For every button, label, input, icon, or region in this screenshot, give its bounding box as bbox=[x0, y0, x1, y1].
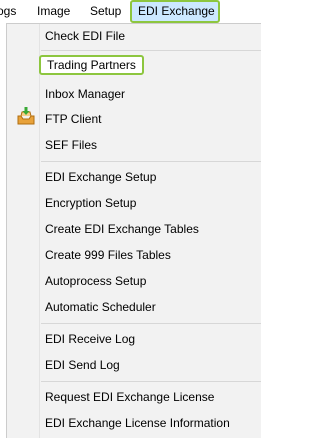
menu-item-edi-receive-log[interactable]: EDI Receive Log bbox=[7, 327, 260, 351]
menu-item-label: EDI Exchange Setup bbox=[45, 170, 157, 184]
menu-item-label: EDI Exchange License Information bbox=[45, 416, 230, 430]
menu-separator bbox=[41, 323, 261, 324]
menu-item-request-license[interactable]: Request EDI Exchange License bbox=[7, 385, 260, 409]
menu-item-label: Automatic Scheduler bbox=[45, 300, 156, 314]
menu-item-check-edi-file[interactable]: Check EDI File bbox=[7, 24, 260, 48]
menu-item-label: Create 999 Files Tables bbox=[45, 248, 171, 262]
menu-image[interactable]: Image bbox=[37, 0, 70, 23]
menu-item-create-edi-exchange-tables[interactable]: Create EDI Exchange Tables bbox=[7, 217, 260, 241]
menu-item-label: Create EDI Exchange Tables bbox=[45, 222, 199, 236]
menu-separator bbox=[41, 381, 261, 382]
menu-item-label: EDI Send Log bbox=[45, 358, 120, 372]
menu-item-label: Inbox Manager bbox=[45, 87, 126, 101]
menu-item-label: Check EDI File bbox=[45, 29, 126, 43]
menu-item-create-999-files-tables[interactable]: Create 999 Files Tables bbox=[7, 243, 260, 267]
menu-item-autoprocess-setup[interactable]: Autoprocess Setup bbox=[7, 269, 260, 293]
menu-logs[interactable]: ogs bbox=[0, 0, 16, 23]
menu-item-label: Trading Partners bbox=[39, 55, 144, 75]
menu-item-label: FTP Client bbox=[45, 112, 102, 126]
menu-bar: ogs Image Setup EDI Exchange bbox=[0, 0, 261, 23]
menu-item-automatic-scheduler[interactable]: Automatic Scheduler bbox=[7, 295, 260, 319]
menu-item-edi-send-log[interactable]: EDI Send Log bbox=[7, 353, 260, 377]
menu-item-inbox-manager[interactable]: Inbox Manager bbox=[7, 82, 260, 106]
menu-item-label: SEF Files bbox=[45, 138, 98, 152]
menu-item-sef-files[interactable]: SEF Files bbox=[7, 133, 260, 157]
menu-item-edi-exchange-setup[interactable]: EDI Exchange Setup bbox=[7, 165, 260, 189]
menu-setup[interactable]: Setup bbox=[90, 0, 121, 23]
menu-item-label: Autoprocess Setup bbox=[45, 274, 147, 288]
menu-item-license-information[interactable]: EDI Exchange License Information bbox=[7, 411, 260, 435]
menu-separator bbox=[41, 161, 261, 162]
menu-item-label: EDI Receive Log bbox=[45, 332, 136, 346]
menu-item-label: Request EDI Exchange License bbox=[45, 390, 215, 404]
menu-item-ftp-client[interactable]: FTP Client bbox=[7, 107, 260, 131]
menu-item-encryption-setup[interactable]: Encryption Setup bbox=[7, 191, 260, 215]
menu-item-trading-partners[interactable]: Trading Partners bbox=[7, 50, 260, 75]
menu-item-label: Encryption Setup bbox=[45, 196, 137, 210]
edi-exchange-dropdown: Check EDI File Trading Partners Inbox Ma… bbox=[6, 23, 261, 438]
menu-edi-exchange[interactable]: EDI Exchange bbox=[130, 0, 220, 23]
